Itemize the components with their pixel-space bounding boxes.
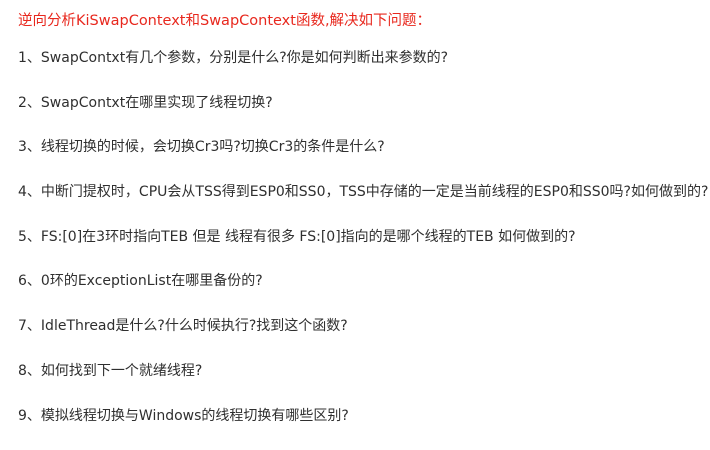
question-number: 2、 [18,93,41,113]
question-item-1: 1、SwapContxt有几个参数，分别是什么?你是如何判断出来参数的? [18,48,708,93]
question-body: SwapContxt在哪里实现了线程切换? [41,95,273,111]
question-body: 线程切换的时候，会切换Cr3吗?切换Cr3的条件是什么? [41,139,385,155]
question-text: 4、中断门提权时，CPU会从TSS得到ESP0和SS0，TSS中存储的一定是当前… [18,182,708,202]
question-body: 如何找到下一个就绪线程? [41,363,202,379]
question-text: 3、线程切换的时候，会切换Cr3吗?切换Cr3的条件是什么? [18,137,385,157]
question-item-4: 4、中断门提权时，CPU会从TSS得到ESP0和SS0，TSS中存储的一定是当前… [18,182,708,227]
question-body: 中断门提权时，CPU会从TSS得到ESP0和SS0，TSS中存储的一定是当前线程… [41,184,709,200]
question-text: 2、SwapContxt在哪里实现了线程切换? [18,93,273,113]
question-number: 4、 [18,182,41,202]
question-text: 6、0环的ExceptionList在哪里备份的? [18,271,263,291]
question-list: 1、SwapContxt有几个参数，分别是什么?你是如何判断出来参数的? 2、S… [18,48,708,450]
document-page: 逆向分析KiSwapContext和SwapContext函数,解决如下问题： … [0,0,710,434]
question-text: 9、模拟线程切换与Windows的线程切换有哪些区别? [18,406,349,426]
question-text: 8、如何找到下一个就绪线程? [18,361,202,381]
question-body: FS:[0]在3环时指向TEB 但是 线程有很多 FS:[0]指向的是哪个线程的… [41,229,576,245]
question-number: 6、 [18,271,41,291]
question-item-6: 6、0环的ExceptionList在哪里备份的? [18,271,708,316]
question-number: 8、 [18,361,41,381]
question-number: 3、 [18,137,41,157]
question-body: 0环的ExceptionList在哪里备份的? [41,273,263,289]
question-item-5: 5、FS:[0]在3环时指向TEB 但是 线程有很多 FS:[0]指向的是哪个线… [18,227,708,272]
question-body: IdleThread是什么?什么时候执行?找到这个函数? [41,318,348,334]
question-number: 7、 [18,316,41,336]
question-number: 9、 [18,406,41,426]
question-item-2: 2、SwapContxt在哪里实现了线程切换? [18,93,708,138]
question-item-9: 9、模拟线程切换与Windows的线程切换有哪些区别? [18,406,708,450]
question-item-7: 7、IdleThread是什么?什么时候执行?找到这个函数? [18,316,708,361]
question-text: 1、SwapContxt有几个参数，分别是什么?你是如何判断出来参数的? [18,48,448,68]
question-text: 5、FS:[0]在3环时指向TEB 但是 线程有很多 FS:[0]指向的是哪个线… [18,227,576,247]
question-body: SwapContxt有几个参数，分别是什么?你是如何判断出来参数的? [41,50,448,66]
question-number: 5、 [18,227,41,247]
question-text: 7、IdleThread是什么?什么时候执行?找到这个函数? [18,316,348,336]
question-item-3: 3、线程切换的时候，会切换Cr3吗?切换Cr3的条件是什么? [18,137,708,182]
question-item-8: 8、如何找到下一个就绪线程? [18,361,708,406]
question-body: 模拟线程切换与Windows的线程切换有哪些区别? [41,408,349,424]
question-number: 1、 [18,48,41,68]
heading-title: 逆向分析KiSwapContext和SwapContext函数,解决如下问题： [18,9,431,30]
